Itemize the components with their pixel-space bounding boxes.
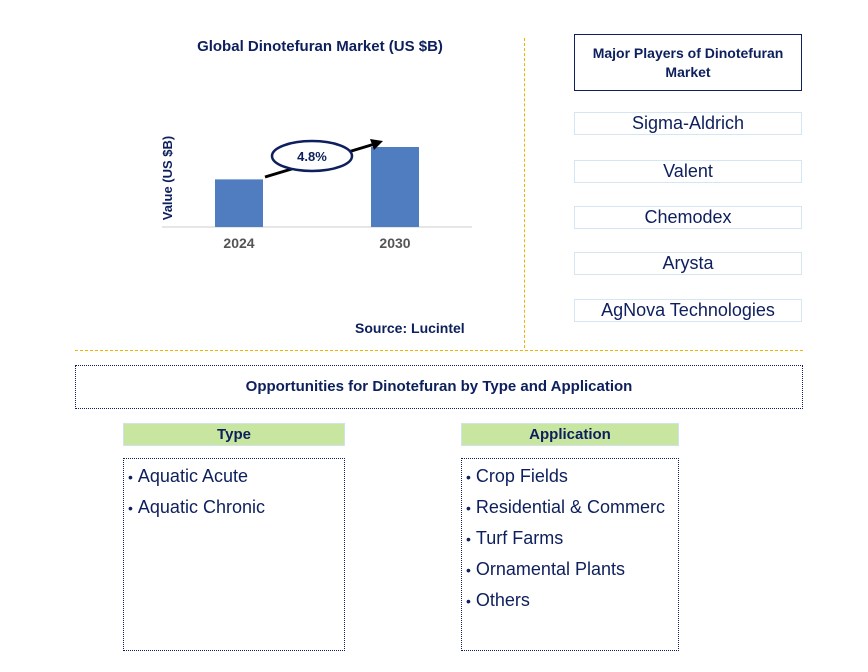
bullet-icon: •: [466, 562, 471, 578]
list-item: • Crop Fields: [462, 461, 678, 492]
source-label: Source: Lucintel: [355, 320, 465, 336]
bar-chart: Value (US $B) 2024 2030 4.8%: [160, 136, 472, 251]
list-item: • Others: [462, 585, 678, 616]
list-item: • Ornamental Plants: [462, 554, 678, 585]
list-item-label: Residential & Commerc: [475, 497, 665, 517]
bullet-icon: •: [466, 593, 471, 609]
list-item: • Aquatic Chronic: [124, 492, 344, 523]
list-item-label: Aquatic Chronic: [137, 497, 265, 517]
player-item: Valent: [574, 160, 802, 183]
bar-2024: [215, 179, 263, 227]
chart-title: Global Dinotefuran Market (US $B): [197, 38, 443, 55]
application-list-box: • Crop Fields • Residential & Commerc • Tur…: [461, 458, 679, 651]
opportunities-title: Opportunities for Dinotefuran by Type an…: [75, 365, 803, 409]
player-item: Sigma-Aldrich: [574, 112, 802, 135]
vertical-divider: [524, 38, 525, 348]
bullet-icon: •: [466, 469, 471, 485]
list-item-label: Ornamental Plants: [475, 559, 625, 579]
player-item: AgNova Technologies: [574, 299, 802, 322]
type-list: • Aquatic Acute • Aquatic Chronic: [124, 461, 344, 523]
players-title: Major Players of Dinotefuran Market: [574, 34, 802, 91]
application-list: • Crop Fields • Residential & Commerc • Tur…: [462, 461, 678, 616]
bullet-icon: •: [466, 531, 471, 547]
list-item-label: Others: [475, 590, 530, 610]
y-axis-label: Value (US $B): [160, 136, 175, 221]
list-item-label: Aquatic Acute: [137, 466, 248, 486]
cagr-label: 4.8%: [297, 149, 327, 164]
cagr-annotation: 4.8%: [264, 139, 383, 179]
list-item-label: Crop Fields: [475, 466, 568, 486]
list-item: • Turf Farms: [462, 523, 678, 554]
type-list-box: • Aquatic Acute • Aquatic Chronic: [123, 458, 345, 651]
bullet-icon: •: [466, 500, 471, 516]
list-item: • Aquatic Acute: [124, 461, 344, 492]
x-tick-label: 2030: [379, 235, 410, 251]
player-item: Chemodex: [574, 206, 802, 229]
application-heading: Application: [461, 423, 679, 446]
type-heading: Type: [123, 423, 345, 446]
bar-2030: [371, 147, 419, 227]
bullet-icon: •: [128, 469, 133, 485]
list-item-label: Turf Farms: [475, 528, 564, 548]
x-tick-label: 2024: [223, 235, 254, 251]
bullet-icon: •: [128, 500, 133, 516]
player-item: Arysta: [574, 252, 802, 275]
list-item: • Residential & Commerc: [462, 492, 678, 523]
horizontal-divider: [75, 350, 803, 351]
